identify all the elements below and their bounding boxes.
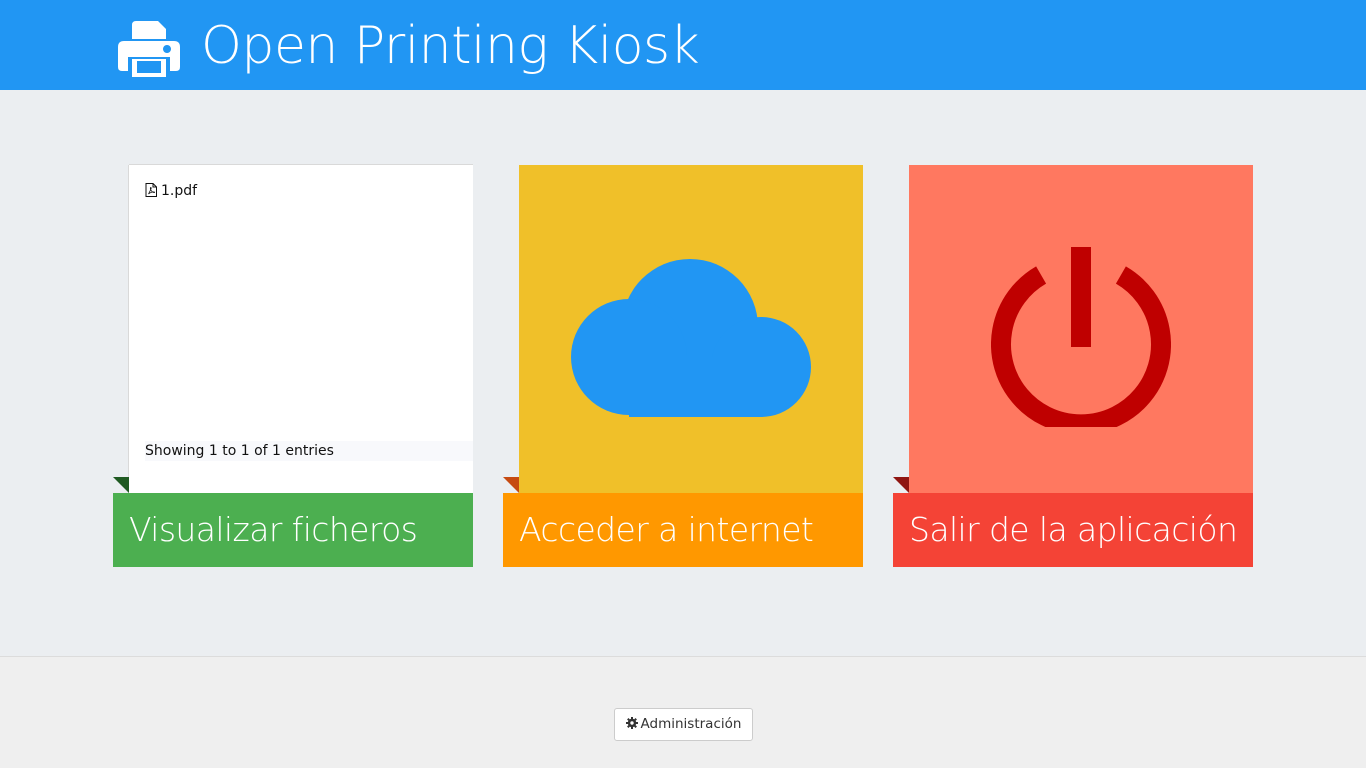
printer-icon (118, 21, 180, 77)
file-pdf-icon (145, 183, 157, 197)
app-title: Open Printing Kiosk (201, 16, 700, 76)
footer: Administración (0, 656, 1366, 768)
exit-panel (909, 165, 1253, 493)
exit-label: Salir de la aplicación (909, 510, 1238, 549)
power-icon (991, 247, 1171, 427)
tile-fold-corner (113, 477, 129, 493)
gear-icon (625, 717, 638, 729)
internet-panel (519, 165, 863, 493)
file-list-item[interactable]: 1.pdf (145, 182, 197, 200)
view-files-label: Visualizar ficheros (129, 510, 418, 549)
file-name: 1.pdf (161, 183, 198, 199)
cloud-icon (571, 259, 811, 417)
main-content: 1.pdf Showing 1 to 1 of 1 entries Visual… (0, 90, 1366, 656)
file-list-panel: 1.pdf Showing 1 to 1 of 1 entries (129, 165, 473, 493)
administration-label: Administración (640, 716, 742, 732)
internet-tile[interactable]: Acceder a internet (503, 165, 863, 567)
administration-button[interactable]: Administración (614, 708, 753, 741)
exit-tile[interactable]: Salir de la aplicación (893, 165, 1253, 567)
tile-fold-corner (503, 477, 519, 493)
internet-label: Acceder a internet (519, 510, 814, 549)
app-header: Open Printing Kiosk (0, 0, 1366, 90)
tile-fold-corner (893, 477, 909, 493)
exit-button[interactable]: Salir de la aplicación (893, 493, 1253, 567)
table-info: Showing 1 to 1 of 1 entries (145, 441, 473, 461)
view-files-tile[interactable]: 1.pdf Showing 1 to 1 of 1 entries Visual… (113, 165, 473, 567)
view-files-button[interactable]: Visualizar ficheros (113, 493, 473, 567)
internet-button[interactable]: Acceder a internet (503, 493, 863, 567)
